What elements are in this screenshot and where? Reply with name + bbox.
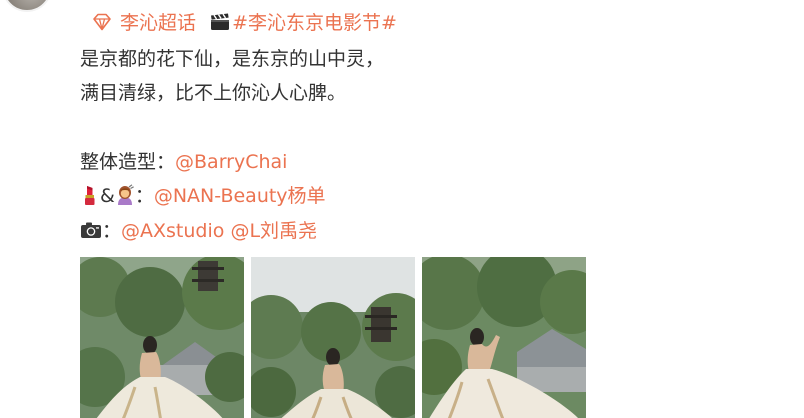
styling-label: 整体造型： xyxy=(80,151,176,173)
hashtag-link[interactable]: #李沁东京电影节# xyxy=(232,12,397,34)
makeup-sep: & xyxy=(100,185,115,207)
photo-image-2 xyxy=(251,257,415,418)
supertopic-link[interactable]: 李沁超话 xyxy=(80,12,202,34)
styling-credit: 整体造型：@BarryChai xyxy=(80,149,287,175)
makeup-mention[interactable]: @NAN-Beauty杨单 xyxy=(154,185,326,207)
styling-mention[interactable]: @BarryChai xyxy=(175,151,287,173)
photo-mention-2[interactable]: @L刘禹尧 xyxy=(230,220,317,242)
photo-thumbnail-2[interactable] xyxy=(251,257,415,418)
photo-image-3 xyxy=(422,257,586,418)
photo-colon: ： xyxy=(102,220,122,242)
photo-mention-1[interactable]: @AXstudio xyxy=(121,220,224,242)
photo-thumbnail-3[interactable] xyxy=(422,257,586,418)
avatar[interactable] xyxy=(2,0,52,12)
camera-icon xyxy=(81,222,101,238)
hairdresser-icon xyxy=(117,184,134,205)
post-text-line-1: 是京都的花下仙，是东京的山中灵， xyxy=(80,48,385,70)
supertopic-label: 李沁超话 xyxy=(120,12,197,34)
makeup-credit: & ：@NAN-Beauty杨单 xyxy=(80,183,326,209)
photo-image-1 xyxy=(80,257,244,418)
clapperboard-icon xyxy=(211,13,230,30)
makeup-colon: ： xyxy=(134,185,154,207)
photo-thumbnail-1[interactable] xyxy=(80,257,244,418)
topic-line: 李沁超话 #李沁东京电影节# xyxy=(80,10,397,36)
post-text-line-2: 满目清绿，比不上你沁人心脾。 xyxy=(80,82,347,104)
diamond-icon xyxy=(93,13,111,31)
lipstick-icon xyxy=(85,186,95,205)
photo-credit: ：@AXstudio @L刘禹尧 xyxy=(80,218,317,244)
